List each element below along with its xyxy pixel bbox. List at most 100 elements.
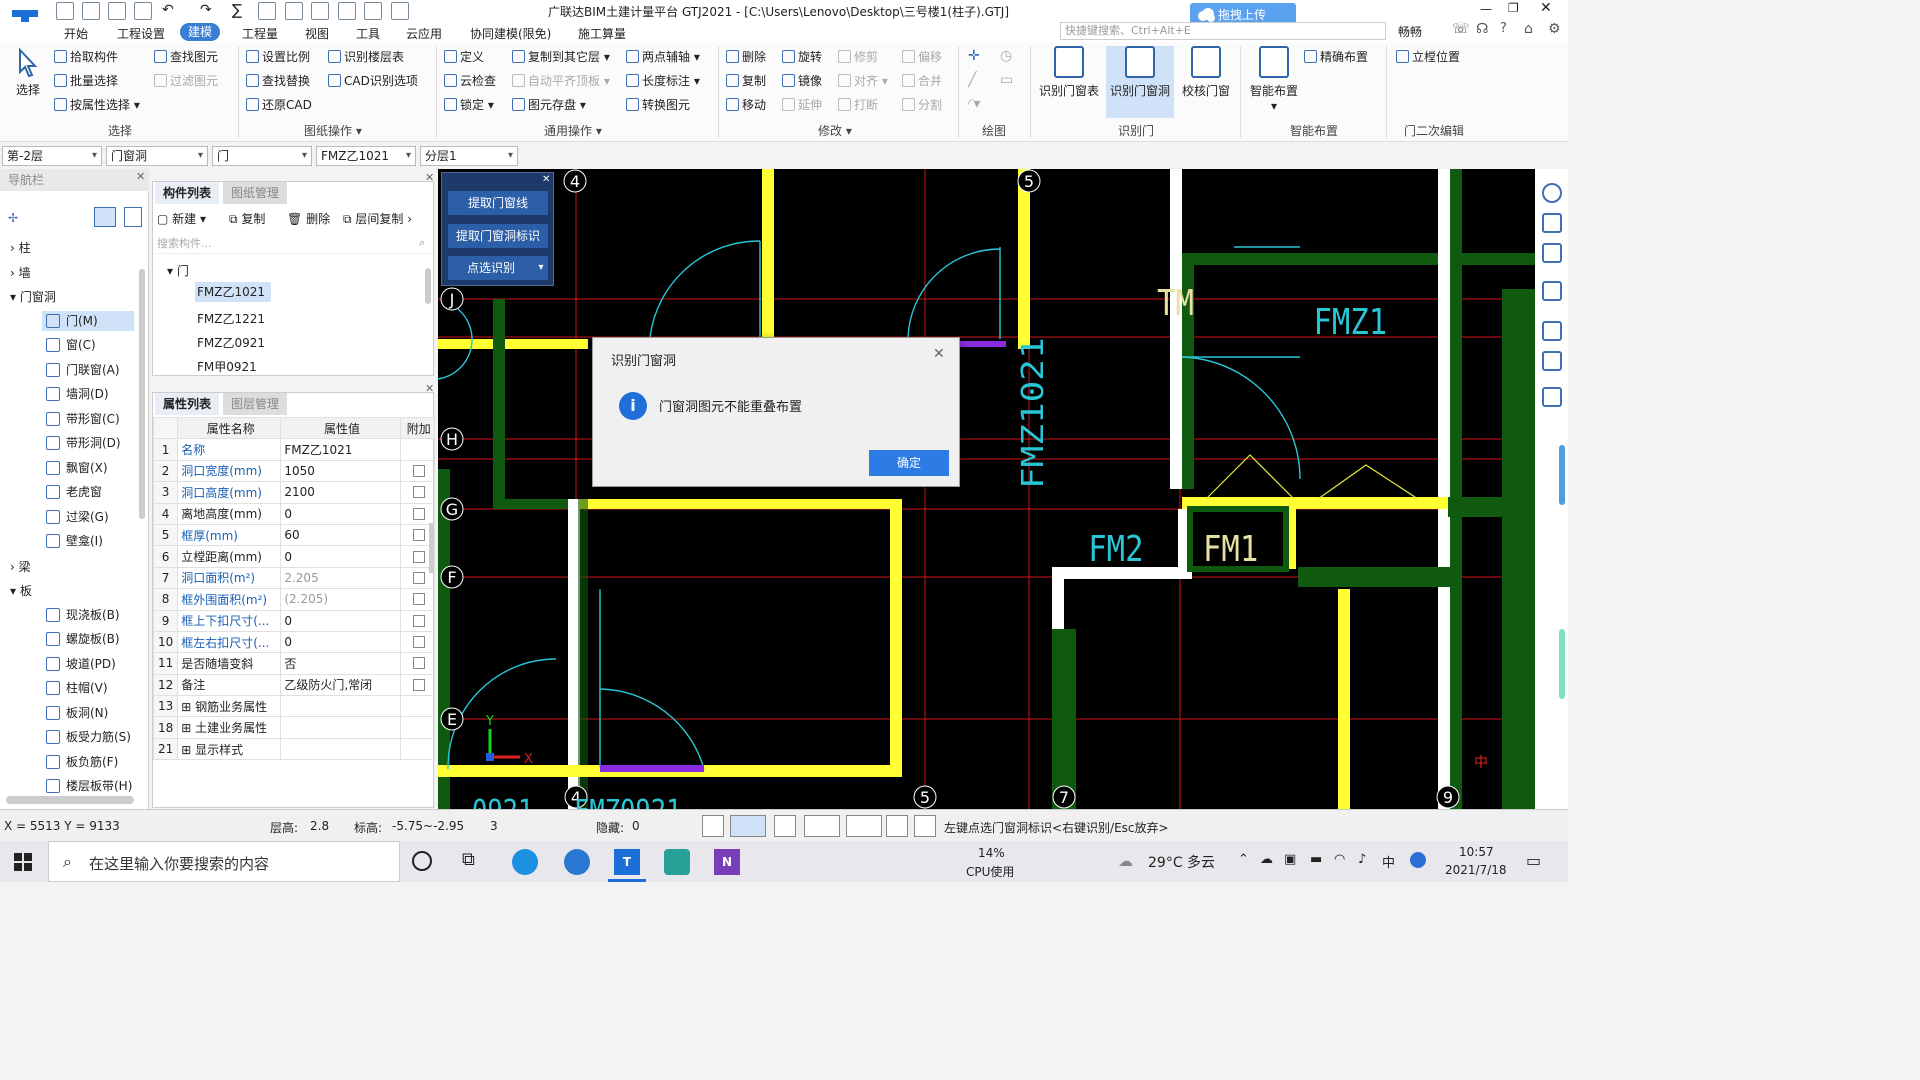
chevron-up-icon[interactable]: ⌃	[1238, 852, 1249, 867]
restore-button[interactable]: ❐	[1508, 1, 1519, 15]
property-value[interactable]: 0	[280, 609, 401, 632]
undo-icon[interactable]: ↶	[162, 2, 174, 18]
recognize-floor-table-button[interactable]: 识别楼层表	[328, 48, 404, 65]
weather-text[interactable]: 29°C 多云	[1148, 852, 1215, 872]
property-row[interactable]: 7 洞口面积(m²) 2.205	[152, 566, 436, 590]
nav-item[interactable]: 老虎窗	[42, 482, 134, 502]
split-button[interactable]: 分割	[902, 96, 942, 113]
property-value[interactable]: 乙级防火门,常闭	[280, 673, 401, 697]
floor-copy-button[interactable]: ⧉ 层间复制 ›	[343, 210, 412, 227]
property-row[interactable]: 8 框外围面积(m²) (2.205)	[152, 588, 436, 611]
pick-component-button[interactable]: 拾取构件	[54, 48, 118, 65]
menu-view[interactable]: 视图	[305, 25, 329, 42]
property-value[interactable]: 0	[280, 545, 401, 568]
align-button[interactable]: 对齐 ▾	[838, 72, 888, 89]
property-row[interactable]: 18 ⊞ 土建业务属性	[152, 716, 436, 739]
dialog-close-button[interactable]: ✕	[933, 346, 945, 362]
convert-element-button[interactable]: 转换图元	[626, 96, 690, 113]
select-by-property-button[interactable]: 按属性选择 ▾	[54, 96, 140, 113]
point-recognize-button[interactable]: 点选识别	[448, 256, 534, 280]
arc-draw-icon[interactable]: ◜▾	[968, 96, 980, 112]
property-value[interactable]	[280, 716, 401, 739]
nav-group[interactable]: ▾ 板	[10, 582, 32, 599]
group-drawing[interactable]: 图纸操作 ▾	[304, 122, 362, 139]
nav-item[interactable]: 现浇板(B)	[42, 605, 134, 625]
tree-view-icon[interactable]	[94, 207, 116, 227]
ime-app-icon[interactable]	[1410, 852, 1426, 868]
extra-checkbox[interactable]	[412, 486, 425, 499]
precise-layout-button[interactable]: 精确布置	[1304, 48, 1368, 65]
menu-quantity[interactable]: 工程量	[242, 25, 278, 42]
move-button[interactable]: 移动	[726, 96, 766, 113]
nav-group[interactable]: › 梁	[10, 558, 31, 575]
list-view-icon[interactable]	[124, 207, 142, 227]
property-row[interactable]: 11 是否随墙变斜 否	[152, 652, 436, 675]
filter-element-button[interactable]: 过滤图元	[154, 72, 218, 89]
cube-view-icon[interactable]	[1542, 281, 1562, 301]
settings-icon[interactable]: ⚙	[1548, 21, 1561, 37]
layer-select[interactable]: 分层1	[420, 146, 518, 166]
group-common[interactable]: 通用操作 ▾	[544, 122, 602, 139]
network-icon[interactable]: ◠	[1334, 852, 1345, 867]
menu-tools[interactable]: 工具	[356, 25, 380, 42]
floor-select[interactable]: 第-2层	[2, 146, 102, 166]
component-item[interactable]: FM甲0921	[197, 358, 257, 375]
property-row[interactable]: 4 离地高度(mm) 0	[152, 502, 436, 525]
point-recognize-dropdown[interactable]: ▾	[534, 256, 548, 280]
nav-group[interactable]: › 柱	[10, 239, 31, 256]
cortana-icon[interactable]	[412, 851, 432, 871]
close-icon[interactable]: ✕	[136, 170, 145, 183]
recognize-door-table-button[interactable]: 识别门窗表	[1036, 46, 1102, 99]
shortcut-search-input[interactable]: 快捷键搜索、Ctrl+Alt+E	[1060, 22, 1386, 40]
close-icon[interactable]: ✕	[425, 382, 434, 395]
fit-view-icon[interactable]	[1542, 321, 1562, 341]
volume-icon[interactable]: ♪	[1358, 852, 1366, 867]
open-folder-icon[interactable]	[108, 2, 126, 20]
battery-icon[interactable]: ▬	[1310, 852, 1322, 867]
upload-icon[interactable]	[56, 2, 74, 20]
gcloud-icon[interactable]	[664, 849, 690, 875]
sum-icon[interactable]: ∑	[232, 1, 242, 19]
offset-button[interactable]: 偏移	[902, 48, 942, 65]
save-element-button[interactable]: 图元存盘 ▾	[512, 96, 586, 113]
pin-icon[interactable]: ✢	[8, 211, 18, 225]
extra-checkbox[interactable]	[412, 464, 425, 477]
mirror-button[interactable]: 镜像	[782, 72, 822, 89]
category-select[interactable]: 门窗洞	[106, 146, 208, 166]
property-value[interactable]: 0	[280, 630, 401, 654]
expand-icon[interactable]: ⊞	[181, 721, 195, 735]
find-replace-button[interactable]: 查找替换	[246, 72, 310, 89]
extra-checkbox[interactable]	[412, 678, 425, 691]
group-modify[interactable]: 修改 ▾	[818, 122, 852, 139]
nav-item[interactable]: 门(M)	[42, 310, 134, 331]
property-row[interactable]: 2 洞口宽度(mm) 1050	[152, 459, 436, 483]
nav-item[interactable]: 坡道(PD)	[42, 654, 134, 674]
restore-cad-button[interactable]: 还原CAD	[246, 96, 312, 113]
nav-item[interactable]: 柱帽(V)	[42, 678, 134, 698]
property-row[interactable]: 5 框厚(mm) 60	[152, 523, 436, 547]
property-row[interactable]: 21 ⊞ 显示样式	[152, 737, 436, 761]
menu-collab[interactable]: 协同建模(限免)	[470, 25, 551, 42]
component-select[interactable]: FMZ乙1021	[316, 146, 416, 166]
nav-item[interactable]: 板负筋(F)	[42, 752, 134, 772]
component-search-input[interactable]: 搜索构件...	[153, 234, 433, 254]
nav-item[interactable]: 板受力筋(S)	[42, 727, 134, 747]
windows-start-icon[interactable]	[14, 853, 32, 871]
property-row[interactable]: 10 框左右扣尺寸(... 0	[152, 630, 436, 654]
extra-checkbox[interactable]	[412, 507, 425, 520]
component-item[interactable]: FMZ乙1221	[197, 310, 265, 327]
extra-checkbox[interactable]	[412, 593, 425, 606]
nav-item[interactable]: 过梁(G)	[42, 507, 134, 527]
nav-vscrollbar[interactable]	[139, 269, 145, 519]
notification-icon[interactable]: ▭	[1526, 851, 1541, 870]
property-value[interactable]	[280, 695, 401, 718]
property-row[interactable]: 12 备注 乙级防火门,常闭	[152, 673, 436, 697]
dimension-icon[interactable]	[846, 815, 882, 837]
snap-icon[interactable]	[730, 815, 766, 837]
property-row[interactable]: 9 框上下扣尺寸(... 0	[152, 609, 436, 632]
nav-hscrollbar[interactable]	[6, 796, 134, 804]
component-view-icon[interactable]	[1542, 351, 1562, 371]
auto-align-slab-button[interactable]: 自动平齐顶板 ▾	[512, 72, 610, 89]
pan-slider[interactable]	[1559, 629, 1565, 699]
delete-button[interactable]: 删除	[726, 48, 766, 65]
